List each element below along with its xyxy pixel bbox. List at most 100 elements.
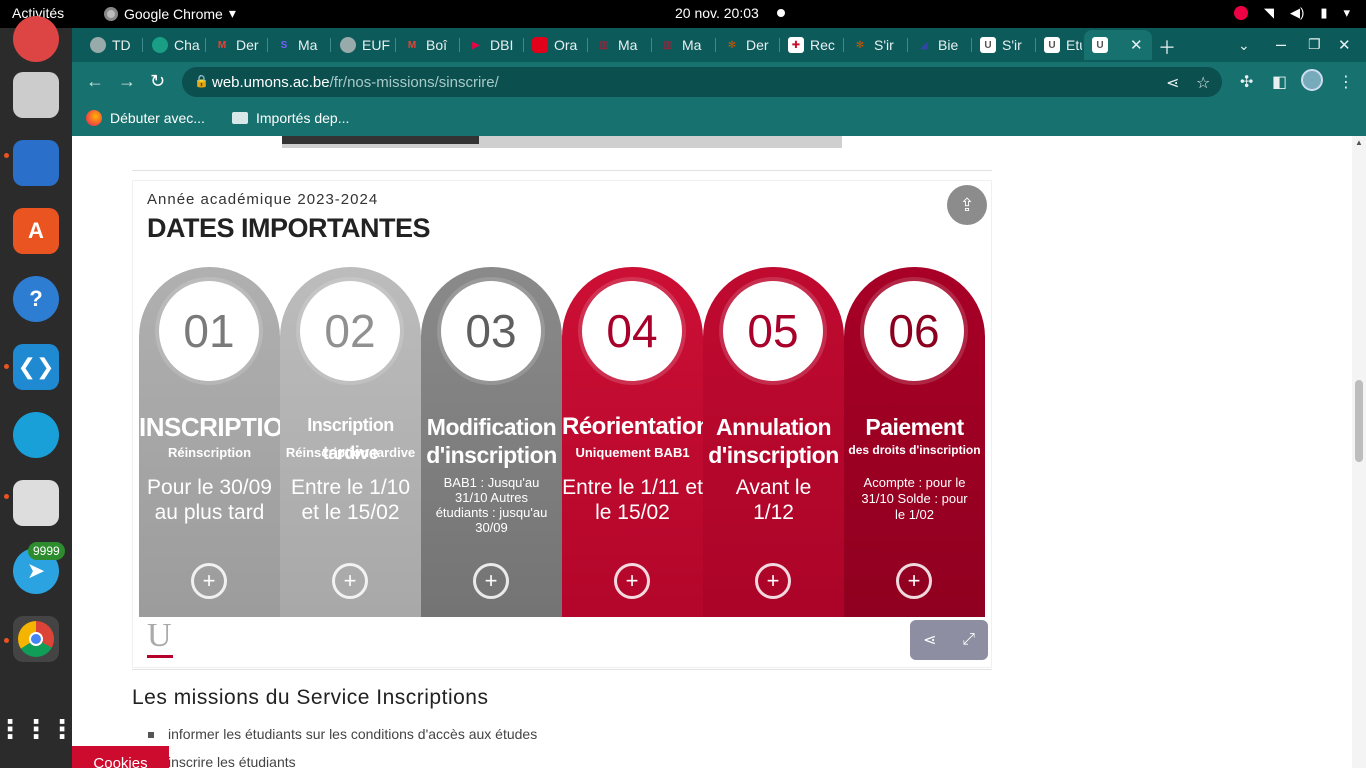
close-window-button[interactable]: ✕ bbox=[1338, 36, 1351, 54]
scroll-thumb[interactable] bbox=[1355, 380, 1363, 462]
new-tab-button[interactable]: ＋ bbox=[1158, 34, 1176, 60]
dock-reader-icon[interactable] bbox=[13, 480, 59, 526]
tab[interactable]: Cha bbox=[144, 32, 204, 58]
bookmark-folder[interactable]: Importés dep... bbox=[232, 110, 349, 126]
app-menu[interactable]: Google Chrome ▾ bbox=[104, 5, 236, 22]
tab-favicon-icon: ▥ bbox=[599, 39, 609, 51]
maximize-button[interactable]: ❐ bbox=[1308, 36, 1321, 53]
umons-logo: U bbox=[147, 617, 172, 654]
dock-firefox-icon[interactable] bbox=[13, 16, 59, 62]
unlock-icon[interactable]: ⇪ bbox=[947, 185, 987, 225]
clock[interactable]: 20 nov. 20:03 bbox=[675, 5, 759, 21]
extensions-icon[interactable]: ✣ bbox=[1240, 72, 1253, 92]
infographic-embed[interactable]: Année académique 2023-2024 DATES IMPORTA… bbox=[132, 180, 992, 668]
step-paiement: 06 Paiement des droits d'inscription Aco… bbox=[844, 267, 985, 617]
dock-files-icon[interactable] bbox=[13, 72, 59, 118]
tab-label: Rec bbox=[810, 37, 835, 53]
share-icon[interactable]: ⋖ bbox=[923, 630, 936, 650]
step-inscription: 01 INSCRIPTION Réinscription Pour le 30/… bbox=[139, 267, 280, 617]
tab-favicon-icon: U bbox=[1092, 37, 1108, 53]
bookmark-item[interactable]: Débuter avec... bbox=[86, 110, 205, 126]
running-dot bbox=[4, 638, 9, 643]
section-title: Les missions du Service Inscriptions bbox=[132, 686, 489, 709]
tab[interactable]: U Etu bbox=[1036, 32, 1082, 58]
tab-favicon-icon: U bbox=[1044, 37, 1060, 53]
tab[interactable]: ✻ S'ir bbox=[844, 32, 906, 58]
expand-plus-icon[interactable]: + bbox=[614, 563, 650, 599]
expand-plus-icon[interactable]: + bbox=[896, 563, 932, 599]
scrollbar[interactable]: ▲ bbox=[1352, 136, 1366, 768]
system-tray[interactable]: ◥ ◀) ▮ ▾ bbox=[1233, 5, 1350, 21]
step-modification: 03 Modification d'inscription BAB1 : Jus… bbox=[421, 267, 562, 617]
tab[interactable]: M Boî bbox=[396, 32, 458, 58]
tab[interactable]: Ora bbox=[524, 32, 586, 58]
tab-label: Ma bbox=[298, 37, 318, 53]
back-button[interactable]: ← bbox=[86, 71, 104, 92]
forward-button[interactable]: → bbox=[118, 71, 136, 92]
tab[interactable]: EUF bbox=[332, 32, 394, 58]
bookmarks-bar: Débuter avec... Importés dep... bbox=[72, 102, 1366, 136]
expand-plus-icon[interactable]: + bbox=[755, 563, 791, 599]
divider bbox=[132, 669, 992, 670]
tab-favicon-icon: S bbox=[280, 39, 288, 51]
step-sub: Uniquement BAB1 bbox=[575, 445, 690, 460]
battery-icon: ▮ bbox=[1320, 5, 1328, 20]
tab-favicon-icon: ▶ bbox=[472, 39, 480, 51]
expand-plus-icon[interactable]: + bbox=[473, 563, 509, 599]
step-desc: BAB1 : Jusqu'au 31/10 Autres étudiants :… bbox=[435, 475, 548, 535]
step-label: Paiement bbox=[865, 414, 964, 440]
show-apps-icon[interactable]: ⋮⋮⋮ bbox=[0, 706, 75, 752]
lock-icon[interactable]: 🔒 bbox=[194, 74, 209, 88]
step-desc: Entre le 1/11 et le 15/02 bbox=[562, 476, 703, 524]
tab[interactable]: ✻ Der bbox=[716, 32, 778, 58]
tab-label: DBI bbox=[490, 37, 514, 53]
embed-controls: ⋖ ⤢ bbox=[910, 620, 988, 660]
bookmark-star-icon[interactable]: ☆ bbox=[1196, 73, 1210, 93]
tab[interactable]: ◢ Bie bbox=[908, 32, 970, 58]
profile-avatar[interactable] bbox=[1301, 69, 1323, 96]
tab[interactable]: ▥ Ma bbox=[588, 32, 650, 58]
menu-icon[interactable]: ⋮ bbox=[1338, 72, 1354, 92]
tab-label: S'ir bbox=[1002, 37, 1022, 53]
expand-plus-icon[interactable]: + bbox=[191, 563, 227, 599]
dock-chrome-icon[interactable] bbox=[13, 616, 59, 662]
step-number: 01 bbox=[159, 281, 259, 381]
browser-window: TD Cha M Der S Ma EUF M Boî ▶ DBI Ora ▥ Ma ▥ M… bbox=[72, 28, 1366, 768]
step-desc: Acompte : pour le 31/10 Solde : pour le … bbox=[861, 475, 968, 522]
tab-label: S'ir bbox=[874, 37, 894, 53]
fullscreen-icon[interactable]: ⤢ bbox=[962, 631, 975, 649]
close-tab-icon[interactable]: ✕ bbox=[1130, 36, 1143, 54]
share-icon[interactable]: ⋖ bbox=[1166, 73, 1179, 93]
side-panel-icon[interactable]: ◧ bbox=[1272, 72, 1287, 92]
list-item: inscrire les étudiants bbox=[148, 754, 296, 768]
folder-icon bbox=[232, 112, 248, 124]
step-inscription-tardive: 02 Inscription tardive Réinscription tar… bbox=[280, 267, 421, 617]
tab-favicon-icon bbox=[340, 37, 356, 53]
dock-software-icon[interactable]: A bbox=[13, 208, 59, 254]
step-desc: Pour le 30/09 au plus tard bbox=[147, 476, 272, 524]
tab[interactable]: M Der bbox=[206, 32, 266, 58]
tab-favicon-icon bbox=[152, 37, 168, 53]
step-number: 05 bbox=[723, 281, 823, 381]
dock-vscode-icon[interactable]: ❮❯ bbox=[13, 344, 59, 390]
running-dot bbox=[4, 364, 9, 369]
scroll-up-icon[interactable]: ▲ bbox=[1355, 138, 1363, 147]
dock-edge-icon[interactable] bbox=[13, 412, 59, 458]
tab[interactable]: ▶ DBI bbox=[460, 32, 522, 58]
expand-plus-icon[interactable]: + bbox=[332, 563, 368, 599]
address-bar[interactable]: 🔒 web.umons.ac.be/fr/nos-missions/sinscr… bbox=[182, 67, 1222, 97]
reload-button[interactable]: ↻ bbox=[150, 71, 165, 92]
tab-active[interactable]: U ✕ bbox=[1084, 30, 1152, 60]
cookies-button[interactable]: Cookies bbox=[72, 746, 169, 768]
tab[interactable]: S Ma bbox=[268, 32, 330, 58]
dock-help-icon[interactable]: ? bbox=[13, 276, 59, 322]
tab-label: Ma bbox=[682, 37, 702, 53]
dock-writer-icon[interactable] bbox=[13, 140, 59, 186]
tab[interactable]: ✚ Rec bbox=[780, 32, 842, 58]
step-number: 06 bbox=[864, 281, 964, 381]
tab[interactable]: ▥ Ma bbox=[652, 32, 714, 58]
minimize-button[interactable]: – bbox=[1276, 34, 1286, 55]
tab[interactable]: U S'ir bbox=[972, 32, 1034, 58]
tab-search-chevron-icon[interactable]: ⌄ bbox=[1238, 37, 1250, 54]
tab[interactable]: TD bbox=[82, 32, 142, 58]
